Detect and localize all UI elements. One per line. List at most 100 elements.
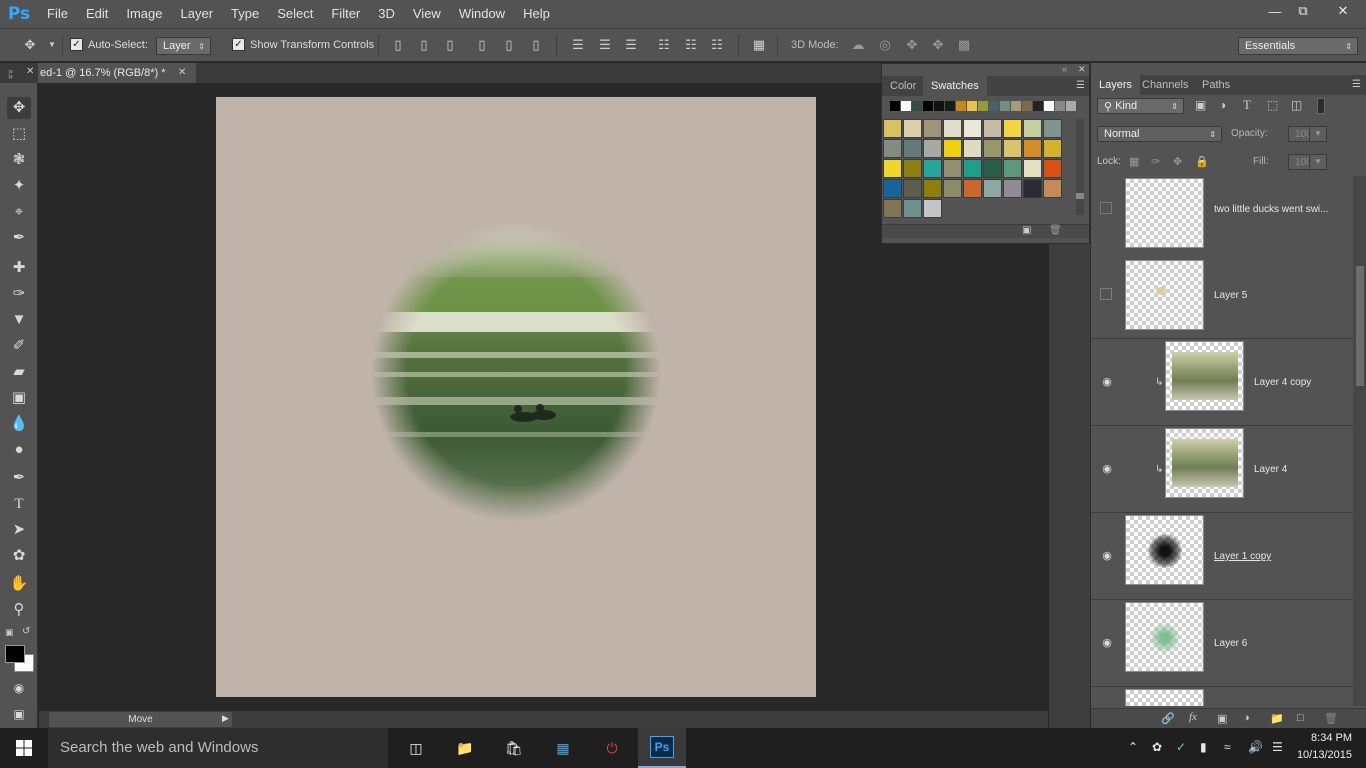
tab-paths[interactable]: Paths — [1194, 75, 1238, 95]
color-swatch[interactable] — [943, 159, 962, 178]
color-swatch[interactable] — [1043, 159, 1062, 178]
task-view-icon[interactable]: ◫ — [404, 736, 428, 760]
new-swatch-icon[interactable]: ▣ — [1022, 225, 1031, 236]
clock-time[interactable]: 8:34 PM — [1298, 732, 1352, 744]
status-arrow-icon[interactable]: ▶ — [222, 713, 229, 724]
workspace-dropdown[interactable]: Essentials ⇕ — [1238, 37, 1358, 55]
close-tab-icon[interactable]: ✕ — [178, 63, 186, 83]
close-panel-icon[interactable]: ✕ — [1078, 64, 1086, 75]
tray-security-icon[interactable]: ✓ — [1176, 740, 1186, 754]
color-swatch[interactable] — [903, 199, 922, 218]
auto-select-checkbox[interactable]: ✓ — [70, 38, 83, 51]
show-transform-checkbox[interactable]: ✓ — [232, 38, 245, 51]
3d-orbit-icon[interactable]: ☁ — [850, 37, 866, 53]
add-mask-icon[interactable]: ▣ — [1217, 712, 1227, 725]
zoom-tool-icon[interactable]: ⚲ — [7, 599, 31, 621]
menu-select[interactable]: Select — [268, 0, 322, 28]
align-vcenter-icon[interactable]: ▯ — [416, 37, 432, 53]
color-swatch[interactable] — [1023, 179, 1042, 198]
align-hcenter-icon[interactable]: ▯ — [501, 37, 517, 53]
color-swatch[interactable] — [1023, 159, 1042, 178]
color-swatch[interactable] — [1023, 139, 1042, 158]
color-swatch[interactable] — [1003, 159, 1022, 178]
path-selection-tool-icon[interactable]: ➤ — [7, 519, 31, 541]
type-tool-icon[interactable]: T — [7, 493, 31, 515]
notifications-icon[interactable]: ☰ — [1272, 740, 1283, 754]
delete-layer-icon[interactable]: 🗑 — [1324, 712, 1338, 725]
fill-chevron-icon[interactable]: ▼ — [1309, 154, 1327, 170]
color-swatch[interactable] — [983, 119, 1002, 138]
lock-all-icon[interactable]: 🔒 — [1195, 155, 1209, 168]
filter-smart-object-icon[interactable]: ◫ — [1291, 98, 1302, 112]
new-group-icon[interactable]: 📁 — [1270, 712, 1284, 725]
tab-swatches[interactable]: Swatches — [923, 76, 987, 96]
healing-brush-tool-icon[interactable]: ✚ — [7, 257, 31, 279]
color-swatch[interactable] — [1003, 179, 1022, 198]
blur-tool-icon[interactable]: 💧 — [7, 413, 31, 435]
color-swatch[interactable] — [923, 179, 942, 198]
layer-name[interactable]: Layer 4 copy — [1254, 377, 1311, 388]
color-swatch[interactable] — [983, 139, 1002, 158]
color-swatch[interactable] — [883, 159, 902, 178]
menu-filter[interactable]: Filter — [322, 0, 369, 28]
color-swatch[interactable] — [943, 139, 962, 158]
visibility-toggle-off[interactable] — [1100, 288, 1112, 300]
layers-scrollbar[interactable] — [1353, 176, 1366, 706]
eye-icon[interactable]: ◉ — [1100, 462, 1114, 476]
color-swatch[interactable] — [903, 179, 922, 198]
layer-filter-dropdown[interactable]: ⚲ Kind ⇕ — [1097, 98, 1184, 114]
document-canvas[interactable] — [216, 97, 816, 697]
3d-pan-icon[interactable]: ✥ — [904, 37, 920, 53]
history-brush-tool-icon[interactable]: ✐ — [7, 335, 31, 357]
expand-toolbar-icon[interactable]: » — [8, 71, 13, 81]
clone-stamp-tool-icon[interactable]: ▼ — [7, 309, 31, 331]
color-swatch[interactable] — [1023, 119, 1042, 138]
distribute-right-icon[interactable]: ☷ — [709, 37, 725, 53]
recent-swatch[interactable] — [1044, 101, 1054, 111]
3d-slide-icon[interactable]: ✥ — [930, 37, 946, 53]
recent-swatch[interactable] — [923, 101, 933, 111]
start-button[interactable] — [0, 728, 48, 768]
distribute-top-icon[interactable]: ☰ — [570, 37, 586, 53]
recent-swatch[interactable] — [1011, 101, 1021, 111]
align-left-icon[interactable]: ▯ — [474, 37, 490, 53]
menu-image[interactable]: Image — [117, 0, 171, 28]
color-swatch[interactable] — [883, 139, 902, 158]
tab-color[interactable]: Color — [882, 76, 924, 96]
color-swatch[interactable] — [1043, 119, 1062, 138]
color-swatch[interactable] — [983, 159, 1002, 178]
default-colors-icon[interactable]: ▣ — [5, 627, 14, 638]
photoshop-taskbar-button[interactable]: Ps — [638, 728, 686, 768]
custom-shape-tool-icon[interactable]: ✿ — [7, 545, 31, 567]
layer-row[interactable]: ◉ Layer 1 copy — [1091, 513, 1353, 600]
color-swatch[interactable] — [883, 179, 902, 198]
menu-layer[interactable]: Layer — [172, 0, 223, 28]
tray-chevron-icon[interactable]: ⌃ — [1128, 740, 1138, 754]
menu-type[interactable]: Type — [222, 0, 268, 28]
color-swatch[interactable] — [883, 119, 902, 138]
lock-position-icon[interactable]: ✥ — [1173, 155, 1182, 168]
eye-icon[interactable]: ◉ — [1100, 549, 1114, 563]
auto-align-icon[interactable]: ▦ — [751, 37, 767, 53]
lock-pixels-icon[interactable]: ✑ — [1151, 155, 1160, 168]
color-swatch[interactable] — [963, 179, 982, 198]
close-panel-icon[interactable]: ✕ — [26, 66, 34, 77]
move-tool-preset-icon[interactable]: ✥ — [22, 37, 38, 53]
blend-mode-dropdown[interactable]: Normal ⇕ — [1097, 126, 1222, 142]
layer-row[interactable]: ◉ ↳ Layer 4 copy — [1091, 339, 1353, 426]
swatch-scrollbar[interactable] — [1076, 119, 1084, 215]
foreground-color-swatch[interactable] — [5, 645, 25, 663]
color-swatch[interactable] — [923, 159, 942, 178]
color-swatch[interactable] — [1003, 139, 1022, 158]
screen-mode-icon[interactable]: ▣ — [7, 703, 31, 725]
fx-icon[interactable]: fx — [1189, 711, 1197, 723]
3d-roll-icon[interactable]: ◎ — [877, 37, 893, 53]
menu-file[interactable]: File — [38, 0, 77, 28]
layer-name[interactable]: two little ducks went swi... — [1214, 204, 1328, 215]
lasso-tool-icon[interactable]: ❃ — [7, 149, 31, 171]
align-bottom-icon[interactable]: ▯ — [442, 37, 458, 53]
eraser-tool-icon[interactable]: ▰ — [7, 361, 31, 383]
filter-shape-icon[interactable]: ⬚ — [1267, 98, 1278, 112]
close-window-icon[interactable]: ✕ — [1320, 0, 1366, 22]
dodge-tool-icon[interactable]: ● — [7, 439, 31, 461]
